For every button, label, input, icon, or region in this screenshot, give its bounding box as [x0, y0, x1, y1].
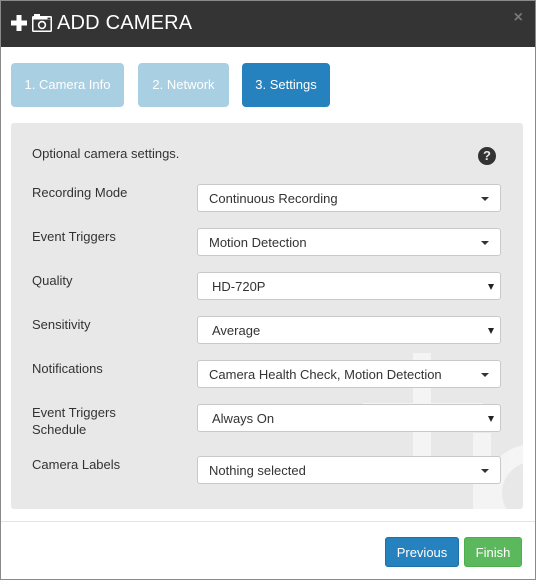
schedule-label-line1: Event Triggers	[32, 405, 116, 420]
schedule-label-line2: Schedule	[32, 422, 87, 437]
sensitivity-select[interactable]: Average	[197, 316, 501, 344]
settings-panel: Optional camera settings. ? Recording Mo…	[11, 123, 523, 509]
notifications-label: Notifications	[32, 361, 103, 376]
quality-value: HD-720P	[212, 279, 266, 294]
recording-mode-value: Continuous Recording	[209, 191, 338, 206]
camera-labels-label: Camera Labels	[32, 457, 121, 472]
event-triggers-value: Motion Detection	[209, 235, 307, 250]
finish-button[interactable]: Finish	[464, 537, 522, 567]
event-triggers-label: Event Triggers	[32, 229, 116, 244]
notifications-select[interactable]: Camera Health Check, Motion Detection	[197, 360, 501, 388]
caret-down-icon	[481, 373, 489, 377]
quality-select[interactable]: HD-720P	[197, 272, 501, 300]
caret-down-icon	[481, 469, 489, 473]
caret-down-icon	[488, 328, 494, 334]
sensitivity-label: Sensitivity	[32, 317, 91, 332]
camera-labels-select[interactable]: Nothing selected	[197, 456, 501, 484]
recording-mode-label: Recording Mode	[32, 185, 128, 200]
add-camera-modal: ADD CAMERA × 1. Camera Info 2. Network 3…	[0, 0, 536, 580]
question-circle-icon[interactable]: ?	[478, 147, 496, 165]
notifications-value: Camera Health Check, Motion Detection	[209, 367, 442, 382]
caret-down-icon	[481, 241, 489, 245]
step-settings[interactable]: 3. Settings	[242, 63, 330, 107]
modal-title: ADD CAMERA	[57, 12, 193, 34]
modal-header: ADD CAMERA ×	[1, 1, 535, 47]
sensitivity-value: Average	[212, 323, 261, 338]
settings-intro: Optional camera settings.	[32, 146, 180, 161]
step-camera-info[interactable]: 1. Camera Info	[11, 63, 124, 107]
close-icon[interactable]: ×	[514, 9, 523, 27]
schedule-value: Always On	[212, 411, 275, 426]
schedule-select[interactable]: Always On	[197, 404, 501, 432]
caret-down-icon	[481, 197, 489, 201]
previous-button[interactable]: Previous	[385, 537, 459, 567]
event-triggers-select[interactable]: Motion Detection	[197, 228, 501, 256]
caret-down-icon	[488, 284, 494, 290]
camera-icon	[32, 14, 52, 32]
footer-divider	[1, 521, 535, 522]
quality-label: Quality	[32, 273, 73, 288]
caret-down-icon	[488, 416, 494, 422]
step-network[interactable]: 2. Network	[138, 63, 229, 107]
recording-mode-select[interactable]: Continuous Recording	[197, 184, 501, 212]
plus-icon	[11, 15, 27, 31]
schedule-label: Event Triggers Schedule	[32, 404, 116, 438]
camera-labels-value: Nothing selected	[209, 463, 306, 478]
